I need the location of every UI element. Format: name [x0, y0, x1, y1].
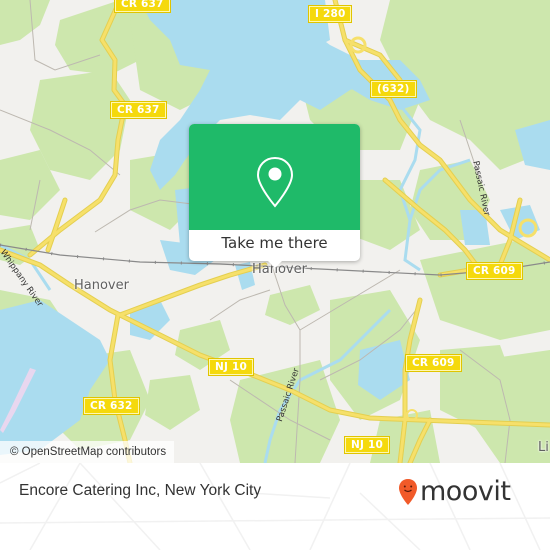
place-title: Encore Catering Inc, New York City: [19, 482, 262, 499]
moovit-wordmark: moovit: [420, 476, 511, 507]
popup-header: [189, 124, 360, 230]
take-me-there-button[interactable]: Take me there: [189, 230, 360, 261]
road-shield-cr609: CR 609: [405, 354, 462, 372]
road-shield-nj10: NJ 10: [344, 436, 390, 454]
road-shield-nj10: NJ 10: [208, 358, 254, 376]
popup-pointer: [268, 261, 282, 268]
location-pin-icon: [256, 156, 294, 208]
moovit-pin-smile-icon: [399, 479, 417, 505]
destination-popup[interactable]: Take me there: [189, 124, 360, 268]
place-label-hanover: Hanover: [74, 278, 129, 293]
map-view[interactable]: CR 637 CR 637 I 280 (632) CR 609 CR 609 …: [0, 0, 550, 463]
road-shield-632: (632): [370, 80, 417, 98]
moovit-logo[interactable]: moovit: [398, 476, 511, 507]
footer-bar: Encore Catering Inc, New York City moovi…: [0, 463, 550, 550]
place-label-livingston: Li: [538, 440, 549, 455]
road-shield-cr609: CR 609: [466, 262, 523, 280]
road-shield-i280: I 280: [307, 5, 353, 23]
road-shield-cr637: CR 637: [110, 101, 167, 119]
road-shield-cr637: CR 637: [114, 0, 171, 13]
road-shield-cr632: CR 632: [83, 397, 140, 415]
map-attribution[interactable]: © OpenStreetMap contributors: [0, 441, 175, 463]
